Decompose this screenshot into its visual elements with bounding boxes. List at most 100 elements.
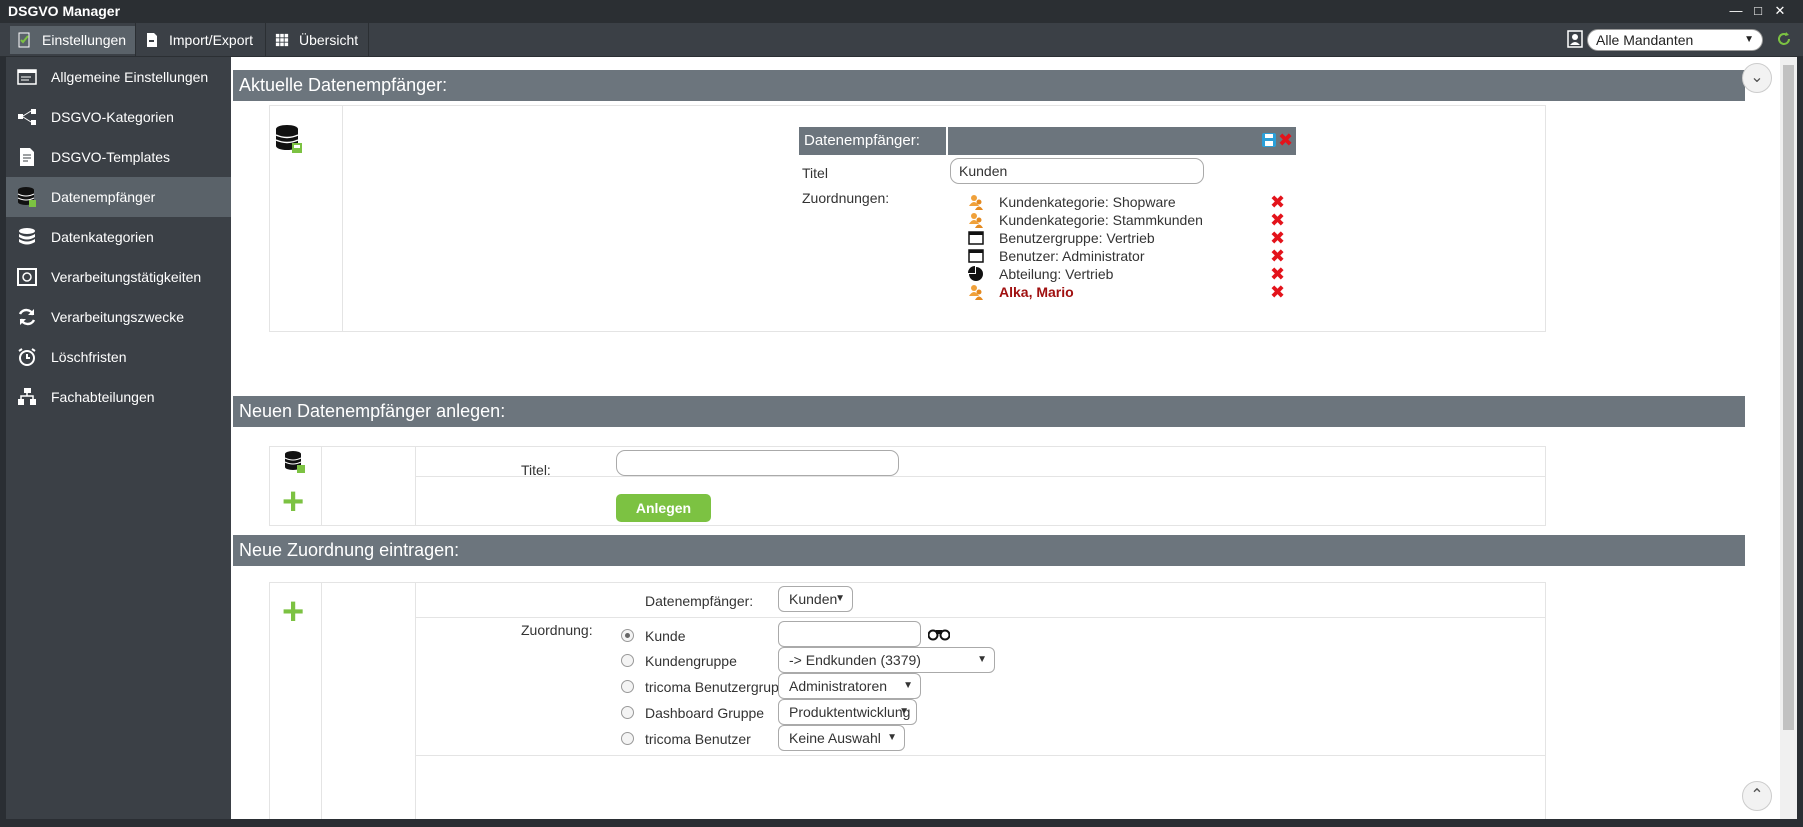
minimize-icon[interactable]: — — [1727, 2, 1745, 20]
anlegen-button[interactable]: Anlegen — [616, 494, 711, 522]
kundengruppe-select-value: -> Endkunden (3379) — [789, 652, 921, 668]
dashboard-gruppe-select[interactable]: Produktentwicklung ▼ — [778, 699, 917, 725]
sidebar-item-label: Datenempfänger — [51, 189, 156, 205]
sidebar-item-allgemeine-einstellungen[interactable]: Allgemeine Einstellungen — [6, 57, 231, 97]
option-label: Dashboard Gruppe — [645, 705, 765, 721]
title-label: Titel — [802, 165, 828, 181]
menu-label: Import/Export — [169, 32, 254, 48]
sidebar-item-loeschfristen[interactable]: Löschfristen — [6, 337, 231, 377]
section-heading-zuordnung: Neue Zuordnung eintragen: — [233, 535, 1745, 566]
sidebar-item-label: Fachabteilungen — [51, 389, 155, 405]
menu-item-einstellungen[interactable]: Einstellungen — [10, 26, 135, 54]
kunde-input[interactable] — [778, 621, 921, 647]
assignments-label: Zuordnungen: — [802, 190, 890, 206]
sidebar-item-label: Verarbeitungszwecke — [51, 309, 185, 325]
contact-card-icon[interactable] — [1566, 30, 1584, 48]
close-icon[interactable]: ✕ — [1771, 2, 1789, 20]
sidebar-item-verarbeitungstaetigkeiten[interactable]: Verarbeitungstätigkeiten — [6, 257, 231, 297]
save-icon[interactable] — [1262, 133, 1276, 147]
binoculars-icon[interactable] — [928, 627, 950, 641]
app-title: DSGVO Manager — [8, 3, 121, 19]
sidebar-item-label: Datenkategorien — [51, 229, 154, 245]
menu-item-import-export[interactable]: Import/Export — [137, 26, 264, 54]
chevron-down-icon: ▼ — [887, 732, 897, 743]
recipient-label: Datenempfänger: — [645, 593, 754, 609]
create-title-input[interactable] — [616, 450, 899, 476]
refresh-icon[interactable] — [1775, 30, 1793, 48]
sidebar-item-verarbeitungszwecke[interactable]: Verarbeitungszwecke — [6, 297, 231, 337]
create-recipient-panel: + — [269, 446, 1546, 526]
window-icon — [16, 66, 38, 88]
template-icon — [16, 146, 38, 168]
assignment-label[interactable]: Alka, Mario — [999, 284, 1074, 300]
add-icon: + — [282, 481, 305, 523]
radio-dashboard-gruppe[interactable] — [621, 706, 634, 719]
sidebar-item-datenempfaenger[interactable]: Datenempfänger — [6, 177, 231, 217]
sidebar-item-label: Löschfristen — [51, 349, 127, 365]
chevron-down-icon: ▼ — [977, 654, 987, 665]
assignment-label: Benutzer: Administrator — [999, 248, 1145, 264]
window-icon — [968, 248, 984, 264]
chevron-down-icon: ▼ — [835, 593, 845, 604]
list-item: Kundenkategorie: Shopware — [968, 193, 1176, 211]
benutzergruppe-select-value: Administratoren — [789, 678, 888, 694]
grid-icon — [275, 33, 289, 47]
radio-tricoma-benutzergruppe[interactable] — [621, 680, 634, 693]
assignment-label: Kundenkategorie: Shopware — [999, 194, 1176, 210]
menu-item-uebersicht[interactable]: Übersicht — [267, 26, 367, 54]
delete-icon[interactable]: ✖ — [1278, 131, 1293, 149]
detail-heading: Datenempfänger: — [804, 132, 920, 149]
scrollbar-thumb[interactable] — [1783, 65, 1794, 730]
option-label: Kunde — [645, 628, 686, 644]
title-input[interactable]: Kunden — [950, 158, 1204, 184]
scroll-top-button[interactable]: ⌃ — [1742, 781, 1772, 811]
radio-kundengruppe[interactable] — [621, 654, 634, 667]
assignment-label: Abteilung: Vertrieb — [999, 266, 1114, 282]
delete-icon[interactable]: ✖ — [1270, 247, 1285, 265]
list-item: Benutzergruppe: Vertrieb — [968, 229, 1155, 247]
sidebar-item-label: DSGVO-Templates — [51, 149, 171, 165]
assignment-label: Kundenkategorie: Stammkunden — [999, 212, 1203, 228]
chevron-up-icon: ⌃ — [1750, 787, 1764, 804]
main-content: Aktuelle Datenempfänger: Datenempfänger:… — [231, 57, 1780, 819]
users-icon — [968, 284, 984, 300]
benutzer-select[interactable]: Keine Auswahl ▼ — [778, 725, 905, 751]
sidebar-item-label: Verarbeitungstätigkeiten — [51, 269, 202, 285]
delete-icon[interactable]: ✖ — [1270, 193, 1285, 211]
recipient-select[interactable]: Kunden ▼ — [778, 586, 853, 612]
assign-label: Zuordnung: — [521, 622, 593, 638]
safe-icon — [16, 266, 38, 288]
chevron-down-icon: ⌄ — [1750, 69, 1764, 86]
refresh-icon — [16, 306, 38, 328]
detail-header: Datenempfänger: ✖ — [799, 127, 1296, 155]
sidebar-item-dsgvo-kategorien[interactable]: DSGVO-Kategorien — [6, 97, 231, 137]
pie-icon — [968, 266, 984, 282]
delete-icon[interactable]: ✖ — [1270, 265, 1285, 283]
mandant-select[interactable]: Alle Mandanten ▼ — [1587, 29, 1763, 51]
sidebar-item-datenkategorien[interactable]: Datenkategorien — [6, 217, 231, 257]
menu-label: Übersicht — [299, 32, 359, 48]
sidebar-item-fachabteilungen[interactable]: Fachabteilungen — [6, 377, 231, 417]
maximize-icon[interactable]: □ — [1749, 2, 1767, 20]
benutzer-select-value: Keine Auswahl — [789, 730, 881, 746]
section-heading-aktuelle: Aktuelle Datenempfänger: — [233, 70, 1745, 101]
delete-icon[interactable]: ✖ — [1270, 211, 1285, 229]
radio-tricoma-benutzer[interactable] — [621, 732, 634, 745]
window-icon — [968, 230, 984, 246]
option-label: Kundengruppe — [645, 653, 737, 669]
benutzergruppe-select[interactable]: Administratoren ▼ — [778, 673, 921, 699]
document-arrow-icon — [147, 33, 157, 47]
kundengruppe-select[interactable]: -> Endkunden (3379) ▼ — [778, 647, 995, 673]
radio-kunde[interactable] — [621, 629, 634, 642]
sidebar-item-dsgvo-templates[interactable]: DSGVO-Templates — [6, 137, 231, 177]
chevron-down-icon: ▼ — [903, 680, 913, 691]
hierarchy-icon — [16, 106, 38, 128]
alarm-clock-icon — [16, 346, 38, 368]
list-item: Kundenkategorie: Stammkunden — [968, 211, 1203, 229]
delete-icon[interactable]: ✖ — [1270, 283, 1285, 301]
collapse-button[interactable]: ⌄ — [1742, 63, 1772, 93]
create-title-label: Titel: — [521, 462, 551, 478]
sidebar: Allgemeine Einstellungen DSGVO-Kategorie… — [6, 57, 231, 819]
vertical-scrollbar[interactable] — [1780, 57, 1797, 819]
delete-icon[interactable]: ✖ — [1270, 229, 1285, 247]
